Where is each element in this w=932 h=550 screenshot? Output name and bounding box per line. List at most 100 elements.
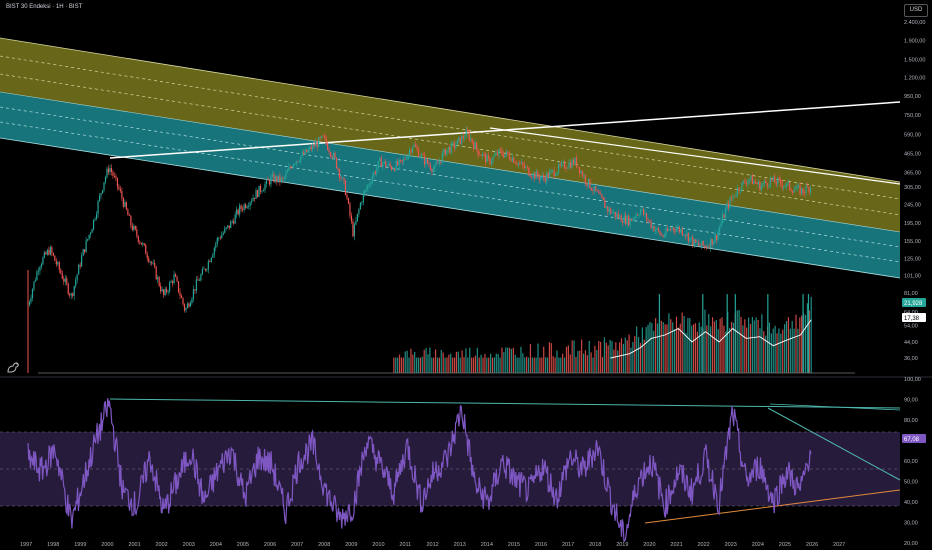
candle-body [760, 185, 762, 191]
volume-bar [746, 327, 748, 373]
candle-body [364, 190, 366, 194]
candle-body [295, 161, 297, 164]
time-tick-label: 2019 [616, 542, 628, 548]
candle-body [651, 225, 654, 228]
candle-body [672, 227, 674, 230]
candle-body [374, 171, 376, 174]
candle-body [648, 220, 651, 222]
candle-body [607, 206, 609, 212]
candle-body [631, 218, 633, 221]
volume-bar [740, 316, 742, 373]
volume-bar [655, 318, 657, 373]
price-tick-label: 365,00 [904, 171, 921, 177]
candle-body [689, 237, 691, 242]
price-tick-label: 950,00 [904, 94, 921, 100]
candle-body [467, 129, 469, 132]
tradingview-logo-icon[interactable] [5, 360, 21, 374]
candle-body [432, 168, 435, 172]
candle-body [574, 157, 576, 165]
rsi-tick-label: 100,00 [904, 377, 921, 383]
candle-body [693, 239, 695, 246]
candle-body [203, 268, 205, 270]
candle-body [639, 209, 642, 215]
volume-bar [660, 320, 662, 373]
volume-bar [467, 357, 469, 373]
price-tick-label: 36,00 [904, 356, 918, 362]
candle-body [477, 149, 479, 155]
candle-body [145, 244, 147, 255]
candle-body [161, 289, 163, 292]
volume-bar [772, 328, 774, 373]
candle-body [57, 262, 59, 265]
volume-bar [524, 357, 526, 373]
volume-bar [556, 350, 558, 373]
volume-bar [520, 346, 522, 373]
candle-body [535, 171, 537, 179]
candle-body [726, 203, 728, 209]
candle-body [802, 188, 804, 193]
volume-bar [562, 353, 564, 373]
candle-body [55, 260, 57, 265]
candle-body [365, 188, 367, 191]
candle-body [739, 190, 742, 192]
candle-body [759, 181, 761, 191]
candle-body [619, 215, 621, 218]
candle-body [464, 137, 466, 139]
candle-body [708, 246, 710, 248]
time-tick-label: 2001 [128, 542, 140, 548]
volume-bar [713, 321, 716, 373]
candle-body [344, 180, 347, 195]
volume-bar [795, 314, 797, 373]
candle-body [659, 231, 661, 235]
time-tick-label: 2022 [698, 542, 710, 548]
volume-bar [801, 315, 803, 373]
candle-body [622, 221, 624, 223]
candle-body [611, 212, 613, 214]
candle-body [468, 131, 470, 140]
candle-body [414, 144, 417, 147]
candle-body [207, 261, 209, 270]
volume-spike-bar [767, 294, 769, 373]
volume-bar [789, 328, 791, 373]
volume-bar [751, 316, 753, 373]
volume-bar [541, 357, 543, 373]
volume-bar [569, 354, 571, 373]
candle-body [540, 177, 542, 180]
candle-body [359, 203, 361, 210]
candle-body [568, 162, 570, 169]
candle-body [36, 271, 38, 281]
candle-body [362, 193, 364, 203]
volume-spike-bar [807, 294, 810, 373]
candle-body [544, 178, 546, 182]
volume-bar [681, 312, 683, 373]
volume-bar [649, 321, 651, 373]
candle-body [134, 226, 136, 230]
volume-bar [482, 357, 484, 373]
candle-body [805, 186, 807, 194]
chart-canvas[interactable]: 2.400,00 1.900,00 1.500,00 1.200,00 950,00 75… [0, 0, 932, 550]
candle-body [258, 185, 260, 197]
candle-body [538, 176, 540, 180]
candle-body [698, 242, 700, 245]
candle-body [201, 268, 203, 275]
volume-bar [501, 347, 503, 373]
volume-bar [666, 324, 668, 373]
candle-body [653, 225, 655, 232]
volume-bar [480, 354, 482, 373]
candle-body [772, 176, 774, 181]
volume-bar [455, 351, 458, 373]
candle-body [325, 137, 327, 144]
candle-body [252, 197, 254, 201]
time-tick-label: 2017 [562, 542, 574, 548]
candle-body [313, 144, 315, 147]
candle-body [163, 289, 165, 296]
candle-body [730, 198, 733, 199]
volume-bar [611, 341, 613, 373]
candle-body [632, 218, 634, 221]
volume-bar [416, 357, 418, 373]
volume-bar [505, 347, 507, 373]
candle-body [577, 166, 579, 168]
price-tick-label: 101,00 [904, 273, 921, 279]
volume-bar [537, 343, 539, 373]
candle-body [219, 237, 221, 239]
